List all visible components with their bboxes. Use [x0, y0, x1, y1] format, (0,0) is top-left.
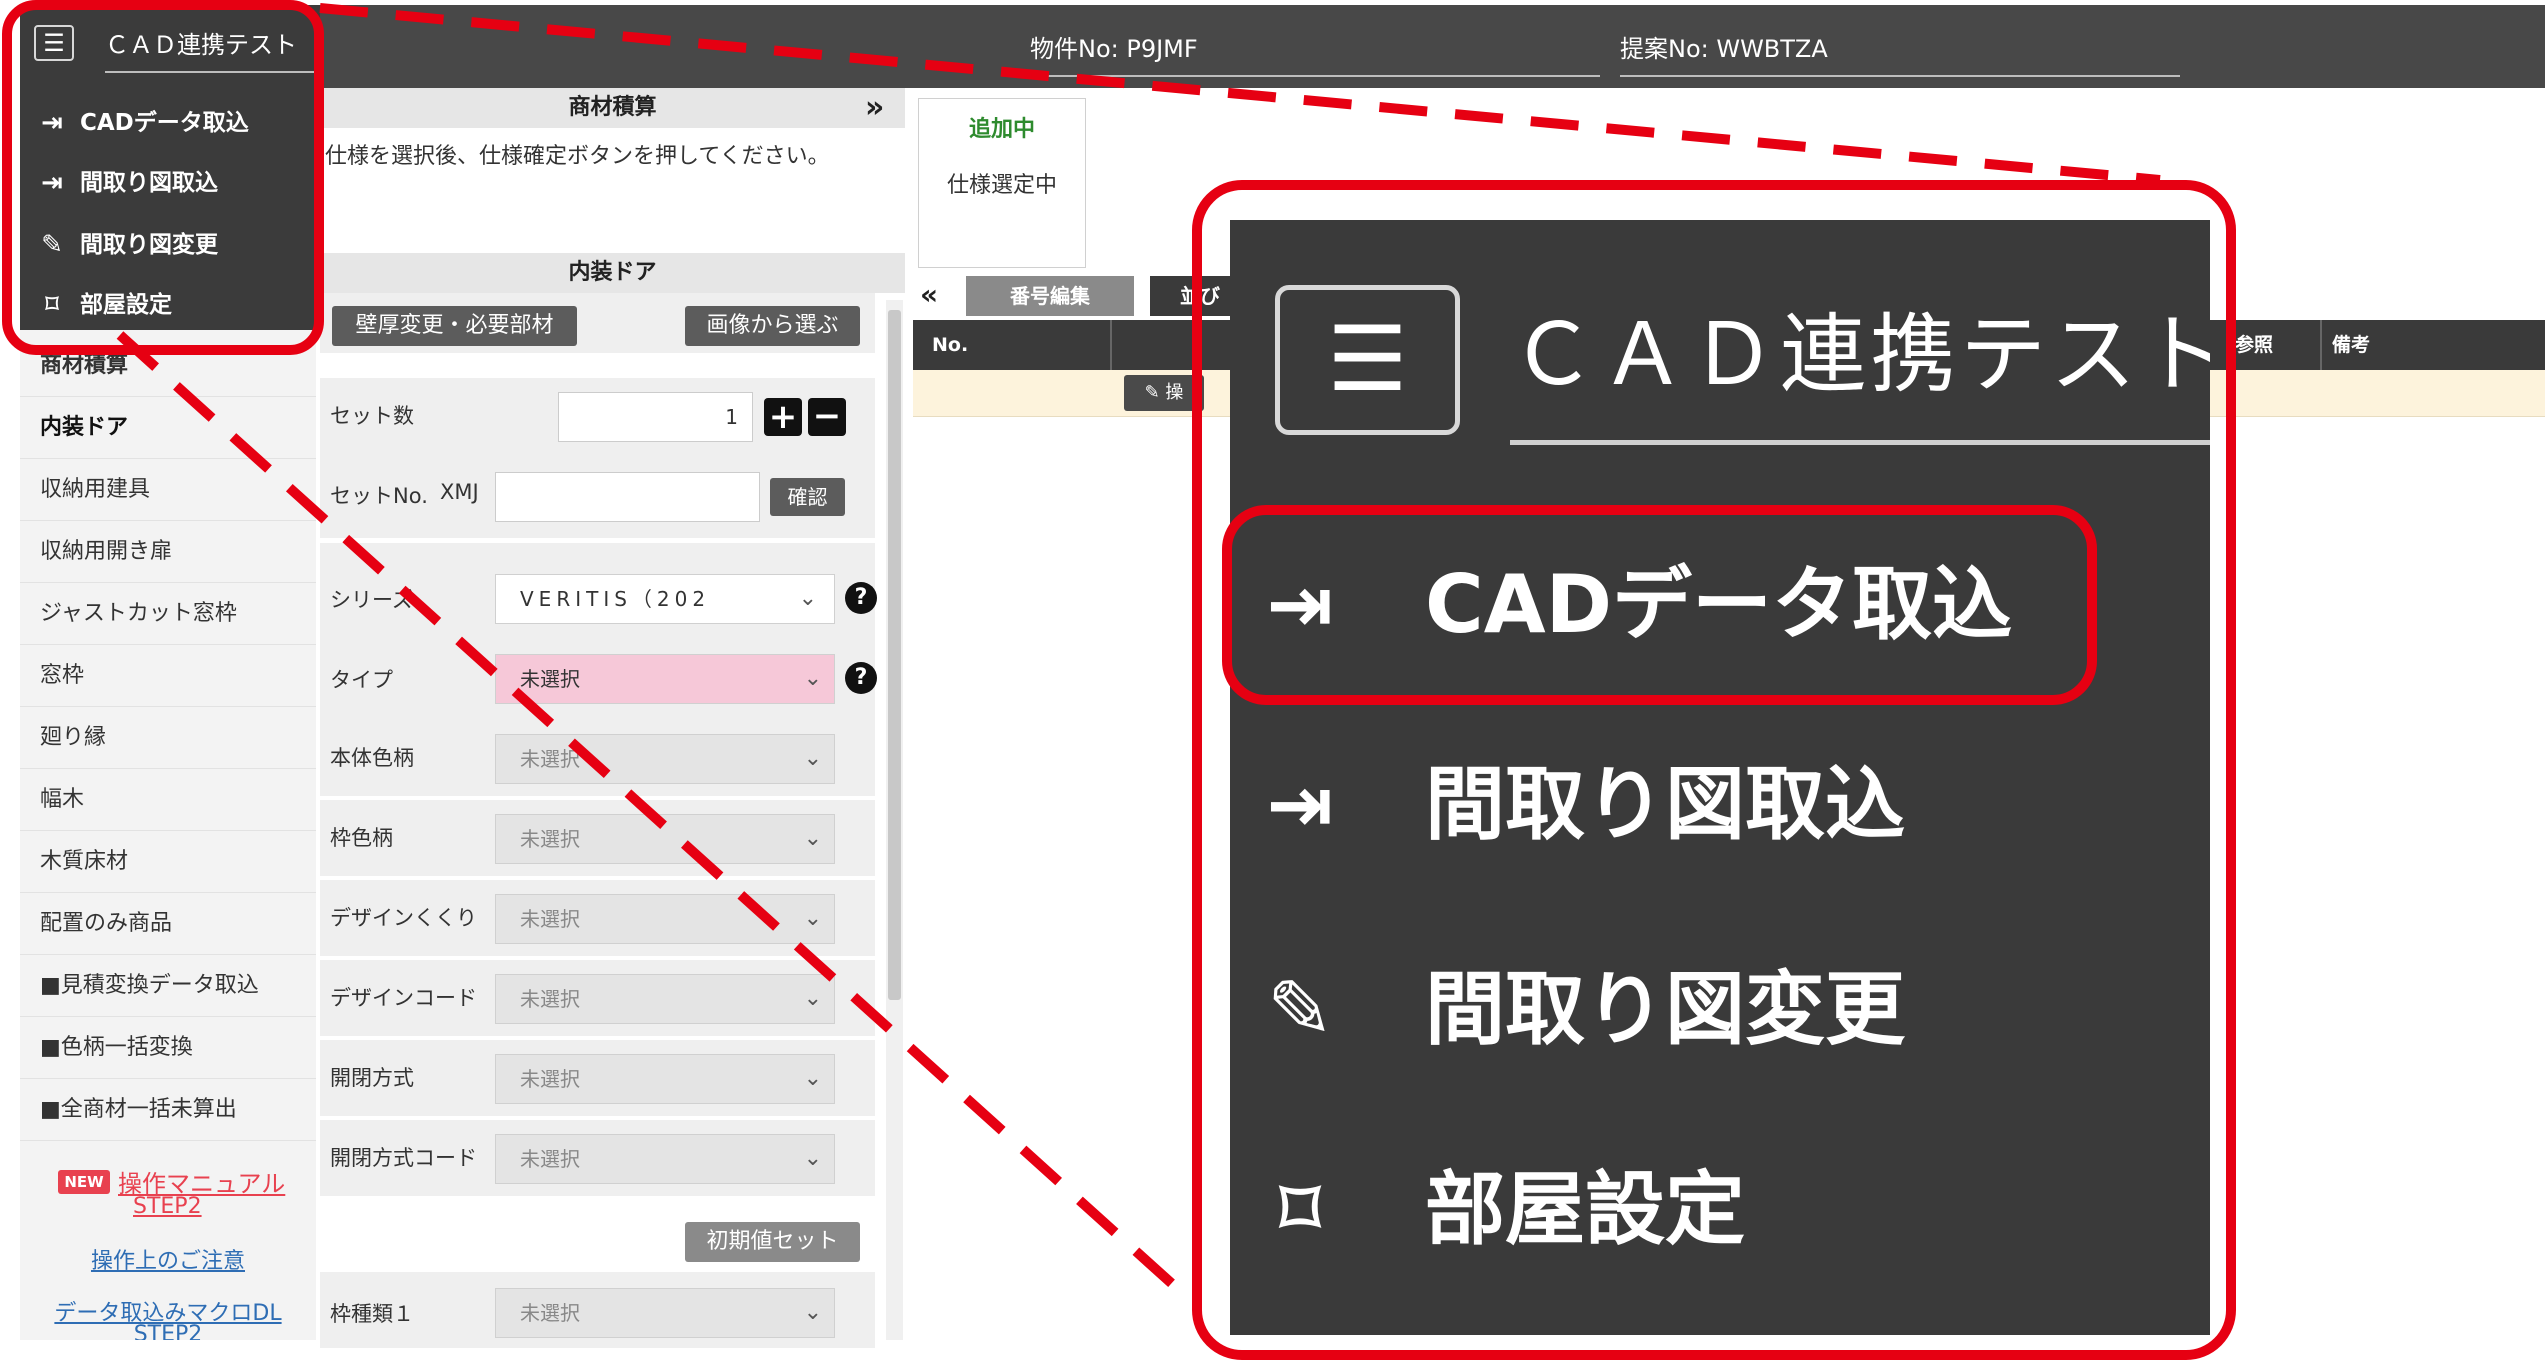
- connector-line-bottom: [116, 331, 1194, 1304]
- highlight-cad-import: [1222, 505, 2097, 705]
- highlight-zoom: [1192, 180, 2236, 1360]
- highlight-menu: [2, 0, 324, 355]
- connector-line-top: [319, 3, 2161, 185]
